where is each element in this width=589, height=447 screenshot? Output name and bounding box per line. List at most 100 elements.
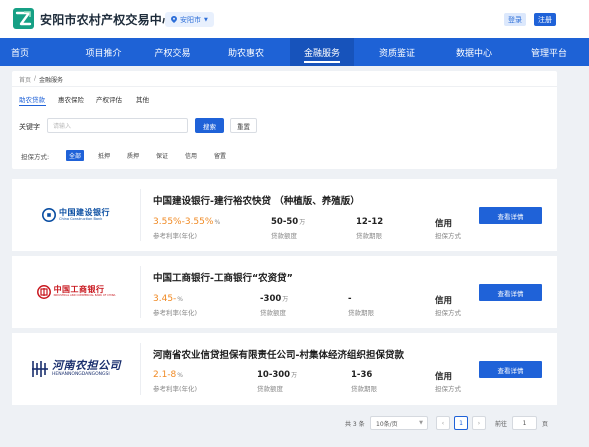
main-nav: 首页 项目推介 产权交易 助农惠农 金融服务 资质鉴证 数据中心 管理平台	[0, 38, 589, 66]
guarantee-option-lien[interactable]: 留置	[214, 150, 226, 161]
location-pin-icon	[171, 16, 177, 23]
nav-item-admin[interactable]: 管理平台	[520, 38, 578, 66]
rate-number: 3.55%-3.55%	[153, 217, 214, 227]
divider	[140, 266, 141, 318]
bank-logo: 中国建设银行 China Construction Bank	[12, 179, 140, 251]
divider	[140, 189, 141, 241]
icbc-logo-icon	[36, 285, 51, 299]
view-details-button[interactable]: 查看详情	[479, 361, 542, 378]
guarantee-type-label: 担保方式	[435, 232, 461, 240]
term-value: -	[348, 294, 352, 304]
amount-value: 10-300万	[257, 370, 297, 380]
keyword-label: 关键字	[19, 123, 40, 131]
nav-item-trading[interactable]: 产权交易	[141, 38, 204, 66]
term-label: 贷款期限	[356, 232, 382, 240]
rate-unit: %	[177, 372, 183, 379]
nav-item-certification[interactable]: 资质鉴证	[364, 38, 430, 66]
reset-button[interactable]: 重置	[230, 118, 257, 133]
guarantee-value: 信用	[435, 296, 453, 306]
goto-page-input[interactable]: 1	[512, 416, 537, 430]
amount-unit: 万	[282, 296, 289, 303]
bank-logo: 中国工商银行 INDUSTRIAL AND COMMERCIAL BANK OF…	[12, 256, 140, 328]
product-card: 中国工商银行 INDUSTRIAL AND COMMERCIAL BANK OF…	[12, 256, 557, 328]
region-selector[interactable]: 安阳市 ▼	[165, 12, 214, 27]
filter-panel: 首页 / 金融服务 助农贷款 惠农保险 产权评估 其他 关键字 请输入 搜索 重…	[12, 71, 557, 169]
view-details-button[interactable]: 查看详情	[479, 207, 542, 224]
nav-item-finance[interactable]: 金融服务	[290, 38, 354, 66]
bank-logo-name: 河南农担公司	[52, 359, 121, 373]
page-number-button[interactable]: 1	[454, 416, 468, 430]
product-title[interactable]: 中国工商银行-工商银行“农资贷”	[153, 270, 293, 284]
breadcrumb-current: 金融服务	[39, 77, 64, 84]
amount-number: 50-50	[271, 217, 299, 227]
chevron-down-icon: ▼	[419, 420, 423, 426]
prev-page-button[interactable]: ‹	[436, 416, 450, 430]
rate-unit: %	[177, 296, 183, 303]
chevron-down-icon: ▼	[204, 16, 208, 23]
breadcrumb-separator: /	[34, 75, 37, 82]
view-details-button[interactable]: 查看详情	[479, 284, 542, 301]
rate-value: 2.1-8%	[153, 370, 183, 380]
site-title[interactable]: 安阳市农村产权交易中心	[40, 11, 174, 28]
goto-label: 前往	[495, 421, 508, 428]
guarantee-option-all[interactable]: 全部	[66, 150, 85, 161]
tab-insurance[interactable]: 惠农保险	[58, 94, 84, 104]
tab-other[interactable]: 其他	[136, 94, 149, 104]
amount-label: 贷款额度	[271, 232, 297, 240]
amount-value: -300万	[260, 294, 288, 304]
breadcrumb: 首页 / 金融服务	[19, 75, 63, 84]
next-page-button[interactable]: ›	[472, 416, 486, 430]
rate-label: 参考利率(年化)	[153, 385, 198, 393]
login-button[interactable]: 登录	[504, 13, 526, 26]
amount-label: 贷款额度	[260, 309, 286, 317]
product-title[interactable]: 中国建设银行-建行裕农快贷 （种植版、养殖版）	[153, 193, 360, 207]
guarantee-option-surety[interactable]: 保证	[156, 150, 168, 161]
bank-logo-subtitle: HENANNONGDANGONGSI	[52, 372, 110, 378]
guarantee-type-label: 担保方式	[435, 385, 461, 393]
product-card: 中国建设银行 China Construction Bank 中国建设银行-建行…	[12, 179, 557, 251]
rate-label: 参考利率(年化)	[153, 232, 198, 240]
rate-label: 参考利率(年化)	[153, 309, 198, 317]
term-label: 贷款期限	[348, 309, 374, 317]
tab-loans[interactable]: 助农贷款	[19, 94, 45, 104]
nav-item-home[interactable]: 首页	[0, 38, 40, 66]
guarantee-option-pledge[interactable]: 质押	[127, 150, 139, 161]
keyword-input[interactable]: 请输入	[47, 118, 188, 133]
product-title[interactable]: 河南省农业信贷担保有限责任公司-村集体经济组织担保贷款	[153, 347, 404, 361]
tab-appraisal[interactable]: 产权评估	[96, 94, 122, 104]
rate-value: 3.55%-3.55%%	[153, 217, 220, 227]
ccb-logo-icon	[42, 208, 56, 222]
page-size-select[interactable]: 10条/页 ▼	[370, 416, 428, 430]
guarantee-type-label: 担保方式	[435, 309, 461, 317]
nav-item-projects[interactable]: 项目推介	[66, 38, 141, 66]
product-card: 河南农担公司 HENANNONGDANGONGSI 河南省农业信贷担保有限责任公…	[12, 333, 557, 405]
rate-unit: %	[214, 219, 221, 226]
register-button[interactable]: 注册	[534, 13, 556, 26]
amount-label: 贷款额度	[257, 385, 283, 393]
amount-number: 10-300	[257, 370, 291, 380]
pagination-total: 共 3 条	[345, 421, 365, 428]
amount-unit: 万	[291, 372, 298, 379]
search-button[interactable]: 搜索	[195, 118, 224, 133]
henan-nongdan-logo-icon	[32, 361, 48, 377]
guarantee-option-mortgage[interactable]: 抵押	[98, 150, 110, 161]
breadcrumb-home[interactable]: 首页	[19, 75, 31, 84]
guarantee-option-credit[interactable]: 信用	[185, 150, 197, 161]
nav-item-agri-benefits[interactable]: 助农惠农	[210, 38, 282, 66]
page-size-value: 10条/页	[376, 420, 398, 428]
site-logo-icon[interactable]	[13, 8, 34, 29]
divider	[12, 86, 557, 87]
pagination: 共 3 条 10条/页 ▼ ‹ 1 › 前往 1 页	[0, 415, 589, 431]
rate-number: 2.1-8	[153, 370, 177, 380]
top-header: 安阳市农村产权交易中心 安阳市 ▼ 登录 注册	[0, 0, 589, 38]
bank-logo-subtitle: China Construction Bank	[59, 216, 103, 221]
guarantee-value: 信用	[435, 219, 453, 229]
amount-number: -300	[260, 294, 282, 304]
term-label: 贷款期限	[351, 385, 377, 393]
guarantee-value: 信用	[435, 372, 453, 382]
bank-logo: 河南农担公司 HENANNONGDANGONGSI	[12, 333, 140, 405]
nav-item-data-center[interactable]: 数据中心	[442, 38, 506, 66]
rate-number: 3.45-	[153, 294, 177, 304]
term-value: 12-12	[356, 217, 384, 227]
bank-logo-name: 中国建设银行	[59, 207, 110, 217]
